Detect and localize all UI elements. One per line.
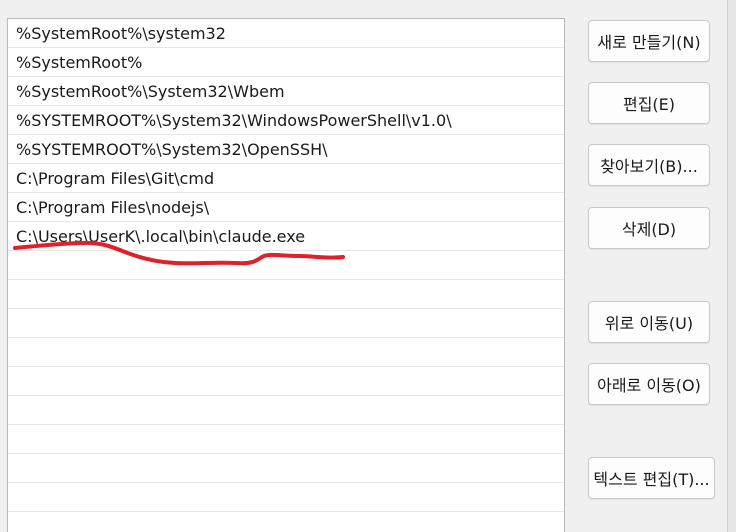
window-edge	[727, 0, 736, 532]
empty-row[interactable]	[8, 425, 564, 454]
path-entry-claude[interactable]: C:\Users\UserK\.local\bin\claude.exe	[8, 222, 564, 251]
browse-button[interactable]: 찾아보기(B)...	[588, 144, 710, 186]
empty-row[interactable]	[8, 280, 564, 309]
empty-row[interactable]	[8, 251, 564, 280]
path-entry[interactable]: C:\Program Files\Git\cmd	[8, 164, 564, 193]
edit-text-button[interactable]: 텍스트 편집(T)...	[588, 457, 715, 499]
path-entry[interactable]: %SystemRoot%\System32\Wbem	[8, 77, 564, 106]
move-down-button[interactable]: 아래로 이동(O)	[588, 363, 710, 405]
edit-environment-variable-dialog: %SystemRoot%\system32 %SystemRoot% %Syst…	[0, 0, 736, 532]
empty-row[interactable]	[8, 512, 564, 532]
move-up-button[interactable]: 위로 이동(U)	[588, 301, 710, 343]
empty-row[interactable]	[8, 367, 564, 396]
path-entries-list[interactable]: %SystemRoot%\system32 %SystemRoot% %Syst…	[7, 18, 565, 532]
path-entry[interactable]: %SYSTEMROOT%\System32\OpenSSH\	[8, 135, 564, 164]
path-entry[interactable]: %SystemRoot%\system32	[8, 19, 564, 48]
empty-row[interactable]	[8, 483, 564, 512]
new-button[interactable]: 새로 만들기(N)	[588, 20, 710, 62]
delete-button[interactable]: 삭제(D)	[588, 207, 710, 249]
empty-row[interactable]	[8, 338, 564, 367]
path-entry[interactable]: C:\Program Files\nodejs\	[8, 193, 564, 222]
empty-row[interactable]	[8, 454, 564, 483]
empty-row[interactable]	[8, 309, 564, 338]
path-entry[interactable]: %SystemRoot%	[8, 48, 564, 77]
path-entry[interactable]: %SYSTEMROOT%\System32\WindowsPowerShell\…	[8, 106, 564, 135]
edit-button[interactable]: 편집(E)	[588, 82, 710, 124]
empty-row[interactable]	[8, 396, 564, 425]
